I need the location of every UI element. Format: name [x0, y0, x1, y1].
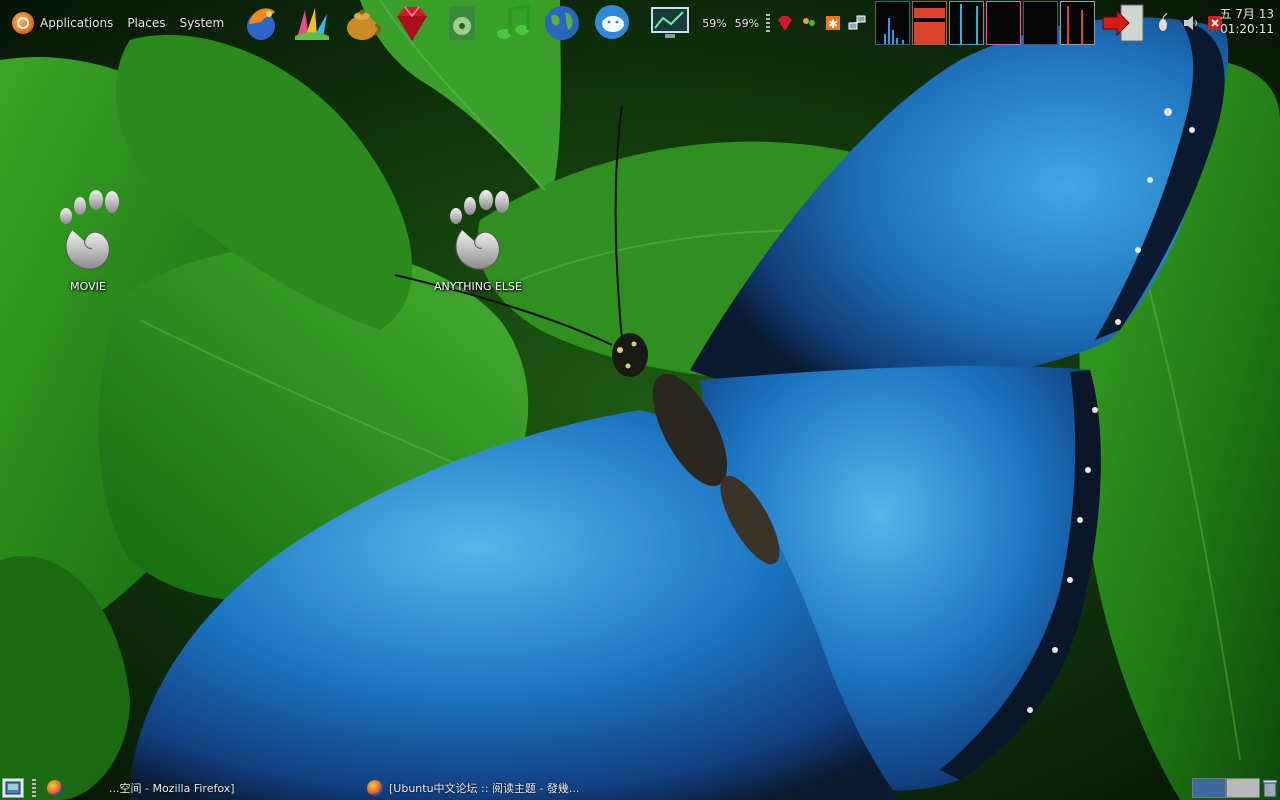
chat-bubble-icon[interactable]	[590, 1, 634, 45]
svg-text:✱: ✱	[828, 17, 838, 31]
cpu-usage-1: 59%	[702, 16, 727, 30]
top-panel: Applications Places System 59% 59% ✱ 五 7…	[0, 0, 1280, 46]
disk-monitor-graph[interactable]	[1060, 1, 1096, 45]
menu-places[interactable]: Places	[127, 16, 165, 30]
taskbar-item-firefox[interactable]: ...空间 - Mozilla Firefox]	[47, 777, 307, 799]
workspace-1[interactable]	[1192, 778, 1226, 798]
logout-arrow-icon[interactable]	[1101, 3, 1145, 43]
cpu-usage-2: 59%	[734, 16, 760, 30]
cpu-monitor-graph[interactable]	[875, 1, 911, 45]
bottom-panel: ...空间 - Mozilla Firefox] [Ubuntu中文论坛 :: …	[0, 776, 1280, 800]
gnome-foot-icon	[450, 190, 509, 270]
monitor-icon[interactable]	[648, 1, 692, 45]
taskbar-grip[interactable]	[32, 779, 36, 797]
swap-monitor-graph[interactable]	[986, 1, 1022, 45]
menu-system[interactable]: System	[179, 16, 224, 30]
dragon-browser-icon[interactable]	[240, 1, 284, 45]
launcher-group	[240, 1, 640, 45]
firefox-icon	[367, 780, 383, 796]
workspace-switcher	[1192, 778, 1260, 798]
ubuntu-logo-icon[interactable]	[12, 12, 34, 34]
memory-monitor-graph[interactable]	[912, 1, 948, 45]
clock-date: 五 7月 13	[1219, 7, 1274, 21]
taskbar-item-label: [Ubuntu中文论坛 :: 阅读主题 - 發幾...	[389, 782, 580, 795]
gnome-foot-icon	[60, 190, 119, 270]
globe-icon[interactable]	[540, 1, 584, 45]
trash-icon[interactable]	[1262, 778, 1278, 798]
butterfly-wallpaper-image	[0, 0, 1280, 800]
network-monitor-graph[interactable]	[949, 1, 985, 45]
firefox-icon	[47, 780, 63, 796]
ruby-gem-icon[interactable]	[390, 1, 434, 45]
panel-grip[interactable]	[766, 14, 771, 32]
people-tray-icon[interactable]	[799, 13, 819, 33]
teapot-icon[interactable]	[340, 1, 384, 45]
desktop-icon-anything-else[interactable]: ANYTHING ELSE	[423, 186, 533, 293]
workspace-2[interactable]	[1226, 778, 1260, 798]
taskbar-item-ubuntu-forum[interactable]: [Ubuntu中文论坛 :: 阅读主题 - 發幾...	[367, 777, 667, 799]
desktop-icon-label: ANYTHING ELSE	[434, 280, 522, 293]
taskbar-item-label: ...空间 - Mozilla Firefox]	[109, 782, 235, 795]
clock-time: 01:20:11	[1220, 22, 1274, 36]
mouse-tray-icon[interactable]	[1153, 13, 1173, 33]
music-notes-icon[interactable]	[490, 1, 534, 45]
menu-applications[interactable]: Applications	[40, 16, 113, 30]
system-monitor-graphs	[875, 1, 1097, 45]
ruby-tray-icon[interactable]	[775, 13, 795, 33]
system-tray: 59% 59% ✱	[642, 0, 869, 46]
desktop-wallpaper	[0, 0, 1280, 800]
volume-icon[interactable]	[1181, 13, 1201, 33]
load-monitor-graph[interactable]	[1023, 1, 1059, 45]
media-player-icon[interactable]	[440, 1, 484, 45]
desktop-icon-movie[interactable]: MOVIE	[33, 186, 143, 293]
paint-brush-icon[interactable]	[290, 1, 334, 45]
desktop-icon-label: MOVIE	[70, 280, 106, 293]
show-desktop-button[interactable]	[2, 778, 24, 798]
network-tray-icon[interactable]	[847, 13, 867, 33]
clock[interactable]: 五 7月 13 01:20:11	[1219, 7, 1274, 37]
main-menu-bar: Applications Places System	[0, 0, 238, 46]
show-desktop-icon	[5, 781, 21, 795]
star-tray-icon[interactable]: ✱	[823, 13, 843, 33]
